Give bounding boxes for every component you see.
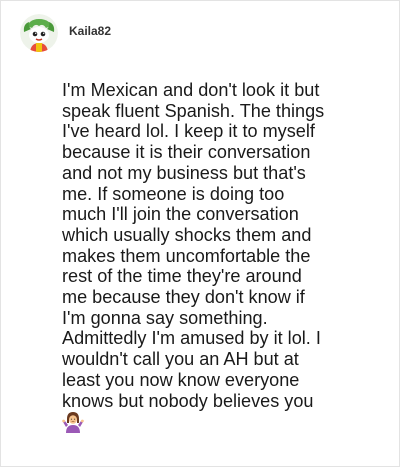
- person-shrugging-icon: [62, 411, 84, 434]
- avatar[interactable]: [20, 14, 58, 52]
- green-cartoon-creature-avatar-icon: [20, 14, 58, 52]
- comment-header: Kaila82: [20, 14, 111, 52]
- comment-body: I'm Mexican and don't look it but speak …: [62, 80, 392, 434]
- comment-author[interactable]: Kaila82: [69, 24, 111, 38]
- comment-text: I'm Mexican and don't look it but speak …: [62, 80, 325, 411]
- comment-card: Kaila82 I'm Mexican and don't look it bu…: [0, 0, 400, 467]
